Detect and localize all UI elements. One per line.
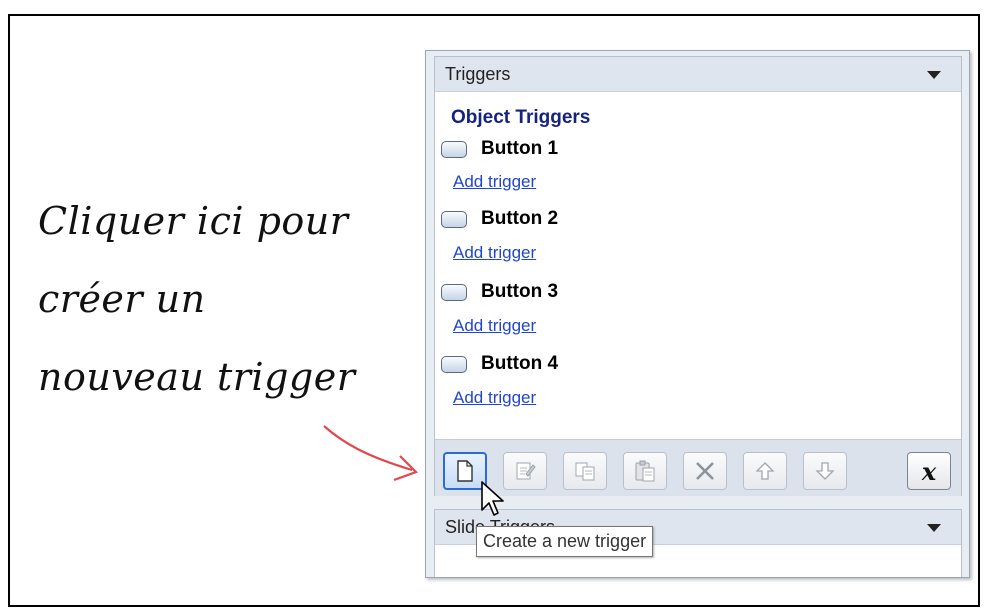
- callout-line-1: Cliquer ici pour: [38, 199, 349, 243]
- move-up-button[interactable]: [743, 452, 787, 490]
- add-trigger-link-3[interactable]: Add trigger: [453, 316, 536, 336]
- annotation-arrow-icon: [323, 425, 418, 482]
- move-down-button[interactable]: [803, 452, 847, 490]
- variable-x-icon: x: [921, 456, 937, 486]
- button-object-icon: [441, 283, 467, 301]
- triggers-pane-header[interactable]: Triggers: [435, 57, 961, 92]
- button-object-icon: [441, 210, 467, 228]
- add-trigger-link-1[interactable]: Add trigger: [453, 172, 536, 192]
- triggers-toolbar: x: [435, 439, 961, 496]
- chevron-down-icon[interactable]: [927, 71, 941, 79]
- chevron-down-icon[interactable]: [927, 524, 941, 532]
- add-trigger-link-2[interactable]: Add trigger: [453, 243, 536, 263]
- object-label: Button 3: [481, 281, 559, 302]
- add-trigger-link-4[interactable]: Add trigger: [453, 388, 536, 408]
- button-object-icon: [441, 140, 467, 158]
- callout-line-2: créer un: [38, 277, 206, 321]
- triggers-pane: Triggers Object Triggers Button 1 Add tr…: [434, 56, 962, 496]
- paste-trigger-button[interactable]: [623, 452, 667, 490]
- object-row-button-2[interactable]: Button 2: [441, 205, 558, 233]
- object-label: Button 1: [481, 138, 559, 159]
- tooltip: Create a new trigger: [476, 526, 654, 557]
- object-label: Button 4: [481, 353, 559, 374]
- arrow-down-icon: [815, 462, 835, 480]
- delete-icon: [696, 462, 714, 480]
- paste-icon: [635, 460, 655, 482]
- edit-icon: [516, 462, 536, 480]
- mouse-pointer-icon: [481, 481, 504, 516]
- object-row-button-4[interactable]: Button 4: [441, 350, 558, 378]
- callout-line-3: nouveau trigger: [38, 355, 356, 399]
- edit-trigger-button[interactable]: [503, 452, 547, 490]
- object-row-button-3[interactable]: Button 3: [441, 278, 558, 306]
- object-row-button-1[interactable]: Button 1: [441, 135, 558, 163]
- triggers-panel: Triggers Object Triggers Button 1 Add tr…: [425, 50, 970, 578]
- object-label: Button 2: [481, 208, 559, 229]
- copy-trigger-button[interactable]: [563, 452, 607, 490]
- copy-icon: [575, 462, 595, 481]
- arrow-up-icon: [755, 462, 775, 480]
- new-document-icon: [457, 460, 473, 482]
- triggers-pane-title: Triggers: [445, 64, 511, 84]
- variables-button[interactable]: x: [907, 452, 951, 490]
- object-triggers-heading: Object Triggers: [451, 107, 591, 128]
- button-object-icon: [441, 355, 467, 373]
- delete-trigger-button[interactable]: [683, 452, 727, 490]
- annotation-callout: Cliquer ici pour créer un nouveau trigge…: [38, 182, 408, 416]
